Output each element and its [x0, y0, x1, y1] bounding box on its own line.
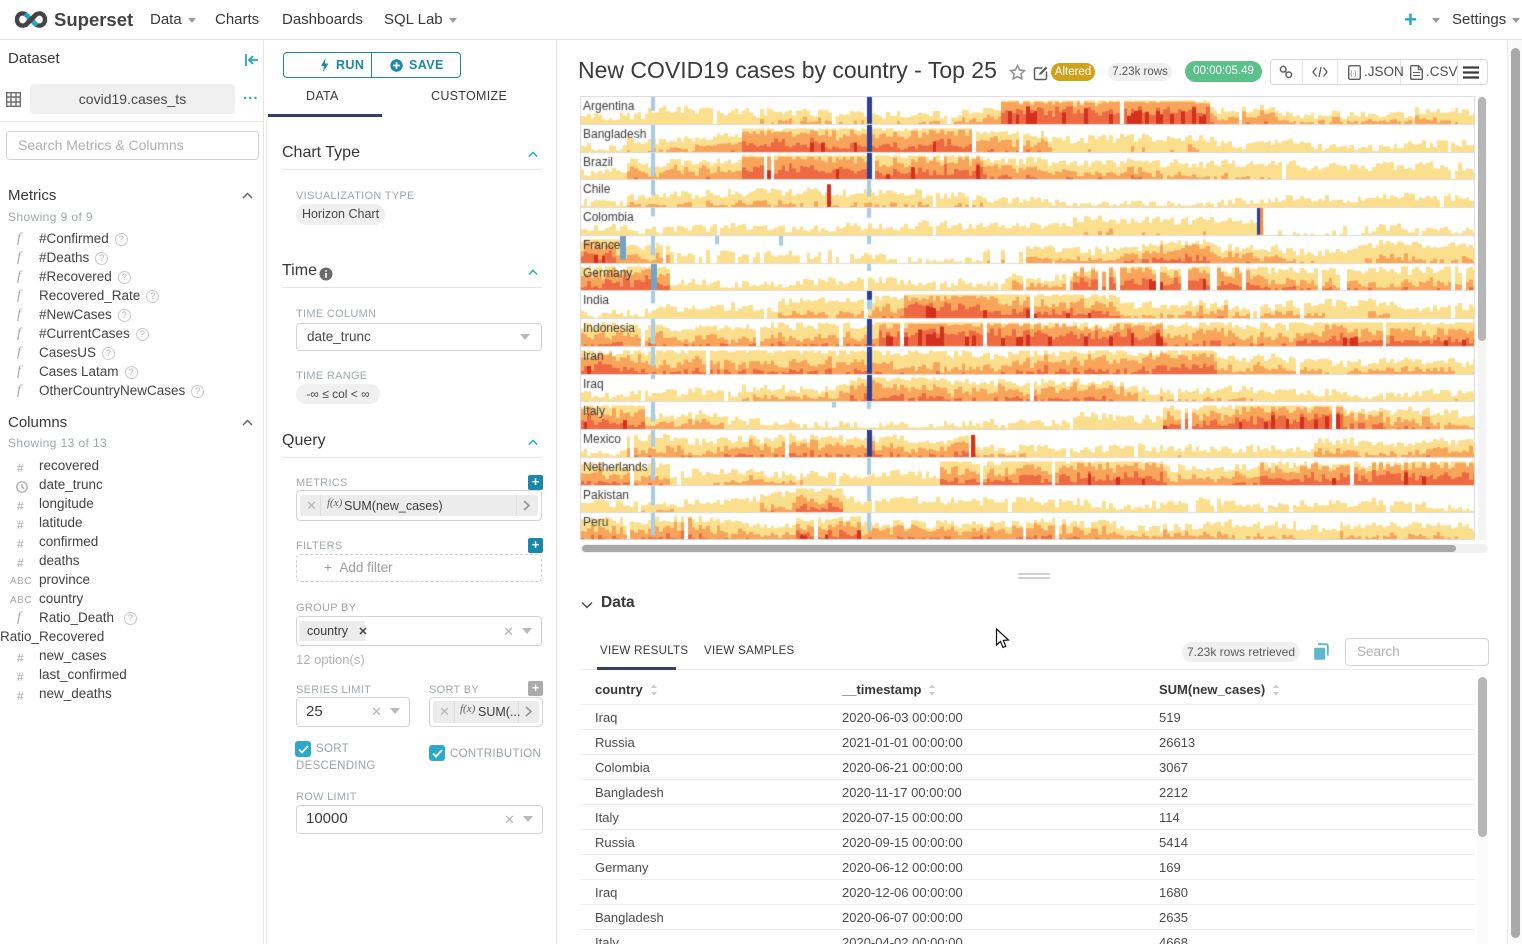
svg-text:{·}: {·}	[1350, 71, 1356, 77]
